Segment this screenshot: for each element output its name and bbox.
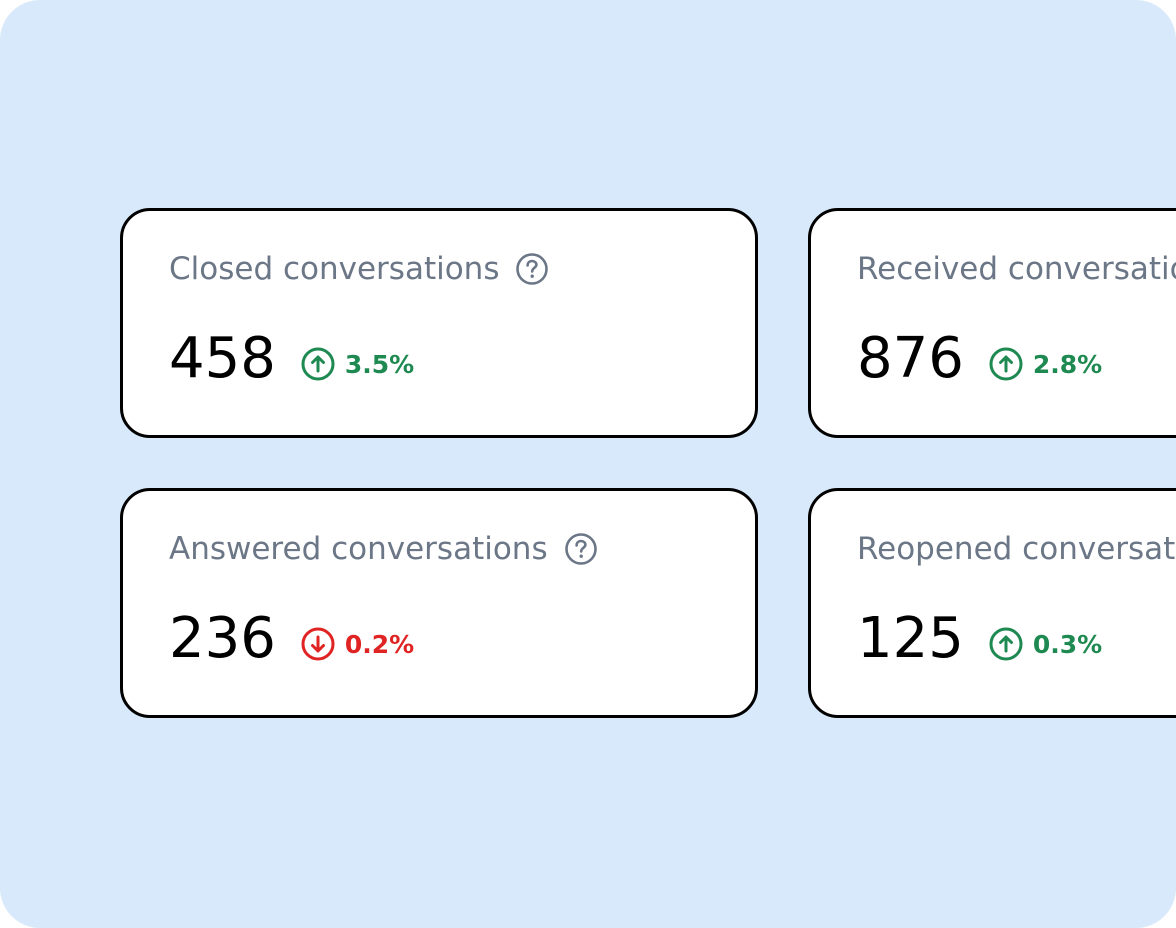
metric-label: Answered conversations xyxy=(169,531,548,567)
trend-percentage: 0.3% xyxy=(1032,629,1103,659)
arrow-up-circle-icon xyxy=(988,626,1024,662)
trend-indicator: 3.5% xyxy=(300,346,414,382)
metric-card-closed-conversations: Closed conversations 458 3.5% xyxy=(120,208,758,438)
help-icon[interactable] xyxy=(564,532,598,566)
metric-label: Closed conversations xyxy=(169,251,500,287)
arrow-up-circle-icon xyxy=(300,346,336,382)
metric-card-received-conversations: Received conversations 876 2.8% xyxy=(808,208,1176,438)
metric-value-row: 236 0.2% xyxy=(169,611,414,667)
metric-header: Received conversations xyxy=(857,251,1176,287)
help-icon[interactable] xyxy=(515,252,549,286)
dashboard-canvas: Closed conversations 458 3.5% Received c… xyxy=(0,0,1176,928)
metric-value: 236 xyxy=(169,606,276,671)
metric-header: Closed conversations xyxy=(169,251,549,287)
metric-value: 876 xyxy=(857,326,964,391)
trend-indicator: 0.2% xyxy=(300,626,414,662)
metric-value: 458 xyxy=(169,326,276,391)
metric-card-answered-conversations: Answered conversations 236 0.2% xyxy=(120,488,758,718)
metric-value-row: 125 0.3% xyxy=(857,611,1102,667)
trend-indicator: 0.3% xyxy=(988,626,1102,662)
metric-header: Reopened conversations xyxy=(857,531,1176,567)
metric-card-reopened-conversations: Reopened conversations 125 0.3% xyxy=(808,488,1176,718)
metric-value-row: 876 2.8% xyxy=(857,331,1102,387)
arrow-up-circle-icon xyxy=(988,346,1024,382)
trend-percentage: 0.2% xyxy=(344,629,415,659)
arrow-down-circle-icon xyxy=(300,626,336,662)
metric-label: Reopened conversations xyxy=(857,531,1176,567)
metric-value-row: 458 3.5% xyxy=(169,331,414,387)
metric-value: 125 xyxy=(857,606,964,671)
trend-indicator: 2.8% xyxy=(988,346,1102,382)
metric-header: Answered conversations xyxy=(169,531,598,567)
trend-percentage: 3.5% xyxy=(344,349,415,379)
trend-percentage: 2.8% xyxy=(1032,349,1103,379)
metric-label: Received conversations xyxy=(857,251,1176,287)
